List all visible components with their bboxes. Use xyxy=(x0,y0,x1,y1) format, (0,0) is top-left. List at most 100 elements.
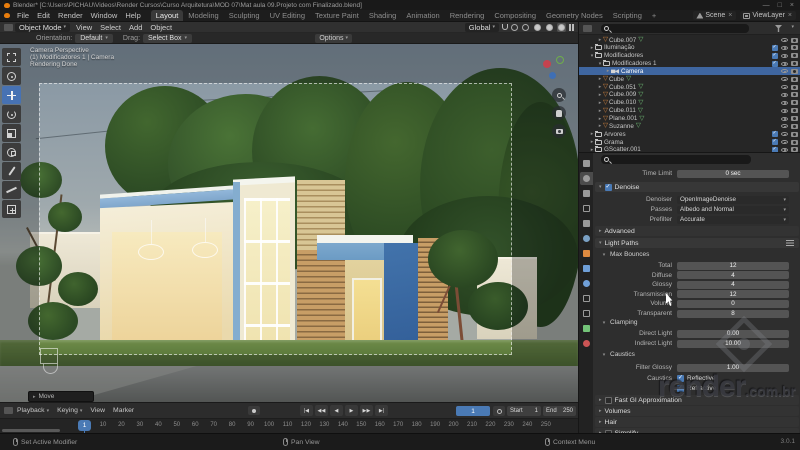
direct-light-field[interactable]: 0.00 xyxy=(677,329,789,338)
outliner-row-grama[interactable]: ▸ Grama xyxy=(579,138,800,146)
editor-type-icon[interactable] xyxy=(4,407,13,414)
hide-viewport-icon[interactable] xyxy=(781,61,788,66)
disable-render-icon[interactable] xyxy=(791,139,798,145)
hide-viewport-icon[interactable] xyxy=(781,77,788,82)
outliner-row-modificadores-1[interactable]: ▾ Modificadores 1 xyxy=(579,60,800,68)
tab-animation[interactable]: Animation xyxy=(401,10,444,21)
collection-checkbox[interactable] xyxy=(772,138,778,146)
outliner-row-cube[interactable]: ▸ ▽ Cube ▽ xyxy=(579,75,800,83)
chevron-down-icon[interactable]: ▾ xyxy=(791,24,794,30)
tab-compositing[interactable]: Compositing xyxy=(489,10,541,21)
hide-viewport-icon[interactable] xyxy=(781,69,788,74)
outliner-row-camera[interactable]: ▸ Camera xyxy=(579,67,800,76)
tab-geometry-nodes[interactable]: Geometry Nodes xyxy=(541,10,608,21)
pan-button[interactable] xyxy=(552,106,566,120)
advanced-panel-header[interactable]: ▸ Advanced xyxy=(595,226,799,236)
timeline-menu-playback[interactable]: Playback ▾ xyxy=(13,407,53,414)
next-keyframe-button[interactable]: ▶▶ xyxy=(360,405,373,416)
presets-icon[interactable] xyxy=(786,240,794,246)
fast-gi-approximation-panel-header[interactable]: ▸ Fast GI Approximation xyxy=(595,395,799,405)
disable-render-icon[interactable] xyxy=(791,61,798,67)
add-workspace-button[interactable]: + xyxy=(647,10,661,21)
mode-dropdown[interactable]: Object Mode ▾ xyxy=(15,22,71,32)
viewport-menu-object[interactable]: Object xyxy=(146,23,176,32)
hide-viewport-icon[interactable] xyxy=(781,140,788,145)
denoise-panel-header[interactable]: ▾ Denoise xyxy=(595,182,799,192)
disable-render-icon[interactable] xyxy=(791,147,798,152)
disable-render-icon[interactable] xyxy=(791,45,798,51)
passes-dropdown[interactable]: Albedo and Normal ▾ xyxy=(677,205,789,214)
jump-to-end-button[interactable]: ▶| xyxy=(375,405,388,416)
filter-glossy-field[interactable]: 1.00 xyxy=(677,363,789,372)
denoise-checkbox[interactable] xyxy=(604,183,612,191)
play-button[interactable]: ▶ xyxy=(345,405,358,416)
disable-render-icon[interactable] xyxy=(791,53,798,59)
frame-end-field[interactable]: End 250 xyxy=(543,406,576,416)
timeline-menu-marker[interactable]: Marker xyxy=(109,407,138,414)
tab-object-properties[interactable] xyxy=(580,247,593,260)
tab-scene-properties[interactable] xyxy=(580,217,593,230)
timeline-scrollbar[interactable] xyxy=(2,429,60,432)
scene-unlink-button[interactable]: × xyxy=(727,12,733,19)
frame-start-field[interactable]: Start 1 xyxy=(507,406,541,416)
timeline-ruler[interactable]: 10 20 30 40 50 60 70 80 90 100 110 120 130 140 150 160 1… xyxy=(0,418,578,435)
tab-texture-paint[interactable]: Texture Paint xyxy=(310,10,364,21)
volumes-panel-header[interactable]: ▸ Volumes xyxy=(595,406,799,416)
viewport-menu-add[interactable]: Add xyxy=(125,23,146,32)
scene-selector[interactable]: Scene × xyxy=(693,11,737,20)
prefilter-dropdown[interactable]: Accurate ▾ xyxy=(677,215,789,224)
menu-render[interactable]: Render xyxy=(54,11,87,20)
outliner-row-arvores[interactable]: ▸ Arvores xyxy=(579,130,800,138)
hide-viewport-icon[interactable] xyxy=(781,92,788,97)
tool-scale-button[interactable] xyxy=(2,124,21,142)
tool-move-button[interactable] xyxy=(2,86,21,104)
clamping-subpanel-header[interactable]: ▾ Clamping xyxy=(601,318,797,327)
refractive-checkbox[interactable] xyxy=(677,384,684,392)
maximize-button[interactable]: □ xyxy=(778,1,782,10)
hide-viewport-icon[interactable] xyxy=(781,100,788,105)
tab-modeling[interactable]: Modeling xyxy=(183,10,223,21)
disable-render-icon[interactable] xyxy=(791,108,798,114)
tab-rendering[interactable]: Rendering xyxy=(445,10,490,21)
minimize-button[interactable]: — xyxy=(763,1,770,10)
hide-viewport-icon[interactable] xyxy=(781,116,788,121)
operator-panel[interactable]: ▸ Move xyxy=(28,391,94,402)
shading-rendered-button[interactable] xyxy=(557,22,566,32)
tool-annotate-button[interactable] xyxy=(2,162,21,180)
view-layer-selector[interactable]: ViewLayer × xyxy=(740,11,796,20)
snap-magnet-icon[interactable] xyxy=(502,24,508,30)
current-frame-field[interactable]: 1 xyxy=(456,406,490,416)
disable-render-icon[interactable] xyxy=(791,76,798,82)
fast-gi-approximation-checkbox[interactable] xyxy=(604,396,612,404)
tab-constraints-properties[interactable] xyxy=(580,307,593,320)
caustics-subpanel-header[interactable]: ▾ Caustics xyxy=(601,350,797,359)
menu-help[interactable]: Help xyxy=(121,11,144,20)
camera-widget[interactable] xyxy=(40,348,58,374)
transparent-field[interactable]: 8 xyxy=(677,309,789,318)
tab-uv-editing[interactable]: UV Editing xyxy=(265,10,310,21)
tool-add-cube-button[interactable] xyxy=(2,200,21,218)
disable-render-icon[interactable] xyxy=(791,131,798,137)
indirect-light-field[interactable]: 10.00 xyxy=(677,339,789,348)
close-button[interactable]: × xyxy=(790,1,794,10)
tool-select-box-button[interactable] xyxy=(2,48,21,66)
timeline-menu-keying[interactable]: Keying ▾ xyxy=(53,407,86,414)
viewport-menu-select[interactable]: Select xyxy=(96,23,125,32)
tab-tool-properties[interactable] xyxy=(580,157,593,170)
camera-view-button[interactable] xyxy=(552,124,566,138)
tool-transform-button[interactable] xyxy=(2,143,21,161)
menu-edit[interactable]: Edit xyxy=(33,11,54,20)
pause-icon[interactable] xyxy=(569,23,574,31)
collection-checkbox[interactable] xyxy=(772,130,778,138)
hide-viewport-icon[interactable] xyxy=(781,147,788,152)
tab-view-layer-properties[interactable] xyxy=(580,202,593,215)
outliner-row-ilumina-o[interactable]: ▸ Iluminação xyxy=(579,44,800,52)
jump-to-start-button[interactable]: |◀ xyxy=(300,405,313,416)
transmission-field[interactable]: 12 xyxy=(677,290,789,299)
axis-z-handle[interactable] xyxy=(549,72,556,79)
disable-render-icon[interactable] xyxy=(791,92,798,98)
playhead[interactable]: 1 xyxy=(78,420,91,435)
outliner-row-plane-001[interactable]: ▸ ▽ Plane.001 ▽ xyxy=(579,115,800,123)
tool-rotate-button[interactable] xyxy=(2,105,21,123)
previous-keyframe-button[interactable]: ◀◀ xyxy=(315,405,328,416)
